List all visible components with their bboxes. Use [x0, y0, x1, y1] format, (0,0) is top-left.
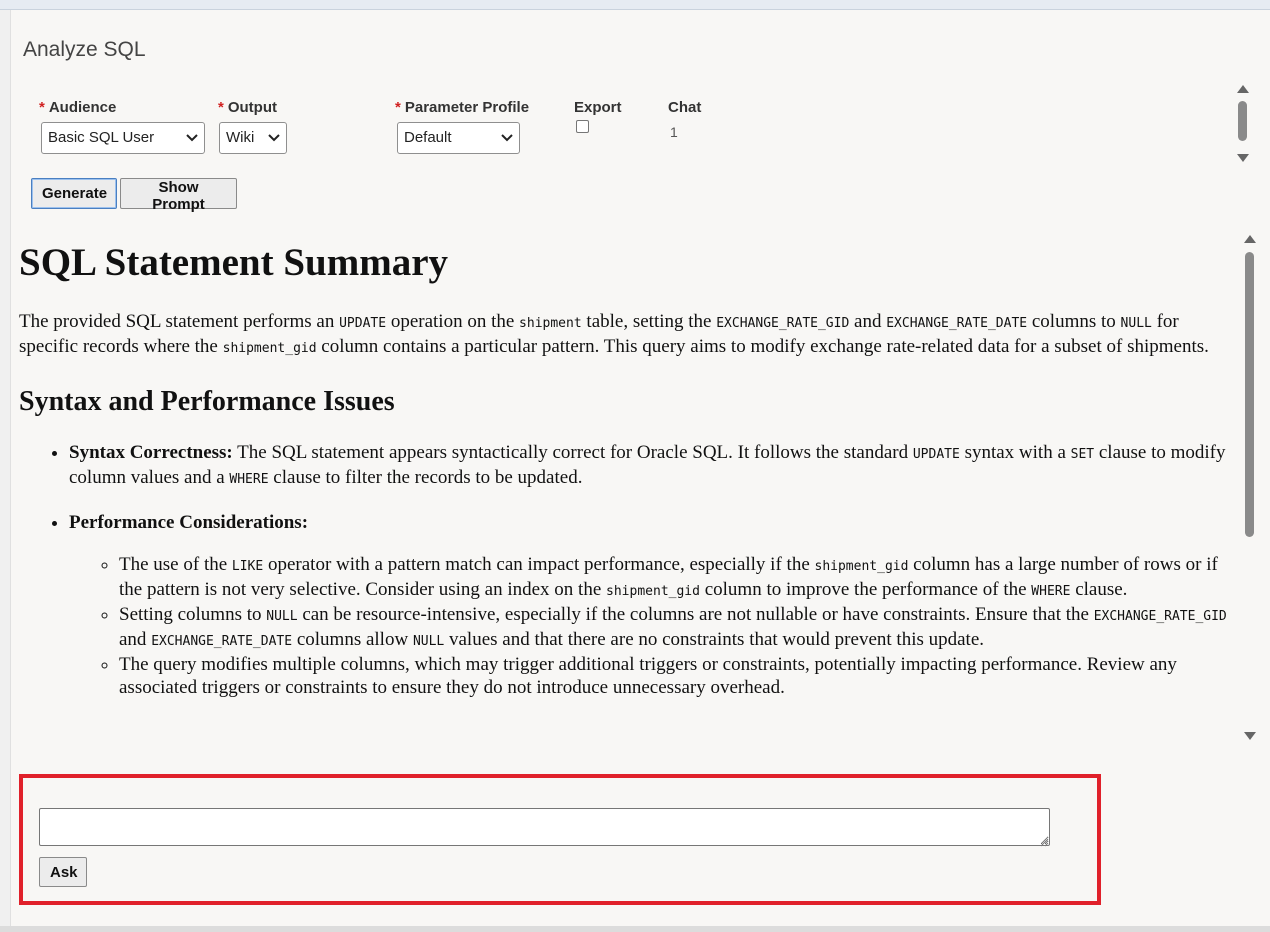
- window-top-bar: [0, 0, 1270, 10]
- bottom-strip: [0, 926, 1270, 932]
- resize-grip-icon[interactable]: [1040, 838, 1049, 847]
- performance-list: The use of the LIKE operator with a patt…: [69, 553, 1239, 699]
- output-value: Wiki: [226, 129, 255, 146]
- report-content: SQL Statement Summary The provided SQL s…: [19, 233, 1239, 753]
- inline-code: UPDATE: [339, 316, 387, 331]
- inline-code: EXCHANGE_RATE_DATE: [151, 634, 293, 649]
- audience-value: Basic SQL User: [48, 129, 155, 146]
- inline-code: LIKE: [231, 559, 264, 574]
- inline-code: NULL: [1120, 316, 1152, 331]
- section-heading: Syntax and Performance Issues: [19, 386, 395, 417]
- inline-code: EXCHANGE_RATE_DATE: [886, 316, 1028, 331]
- inline-code: NULL: [266, 609, 298, 624]
- list-item: Setting columns to NULL can be resource-…: [119, 603, 1239, 653]
- list-item: Performance Considerations: The use of t…: [69, 511, 1239, 699]
- syntax-label: Syntax Correctness:: [69, 442, 233, 463]
- inline-code: shipment_gid: [606, 584, 700, 599]
- list-item: The query modifies multiple columns, whi…: [119, 653, 1239, 699]
- export-field: Export: [574, 99, 644, 133]
- inline-code: shipment_gid: [222, 341, 317, 356]
- export-label: Export: [574, 99, 622, 116]
- report-title: SQL Statement Summary: [19, 241, 448, 284]
- export-checkbox[interactable]: [576, 120, 589, 133]
- chevron-down-icon: [186, 134, 198, 142]
- show-prompt-button[interactable]: Show Prompt: [120, 178, 237, 213]
- chevron-down-icon: [268, 134, 280, 142]
- required-mark: *: [39, 99, 45, 116]
- required-mark: *: [218, 99, 224, 116]
- summary-paragraph: The provided SQL statement performs an U…: [19, 311, 1209, 357]
- inline-code: WHERE: [1031, 584, 1071, 599]
- inline-code: shipment: [519, 316, 582, 331]
- scroll-down-arrow-icon[interactable]: [1244, 732, 1256, 740]
- parameter-profile-field: * Parameter Profile Default: [395, 99, 555, 154]
- parameter-profile-label: Parameter Profile: [404, 99, 530, 116]
- inline-code: EXCHANGE_RATE_GID: [1093, 609, 1227, 624]
- parameter-profile-select[interactable]: Default: [397, 122, 520, 154]
- audience-label: Audience: [48, 99, 117, 116]
- chevron-down-icon: [501, 134, 513, 142]
- chat-field: Chat 1: [668, 99, 728, 140]
- panel-title: Analyze SQL: [23, 38, 146, 61]
- output-label: Output: [227, 99, 277, 116]
- inline-code: EXCHANGE_RATE_GID: [716, 316, 850, 331]
- inline-code: shipment_gid: [814, 559, 909, 574]
- scrollbar-thumb[interactable]: [1238, 101, 1247, 141]
- output-select[interactable]: Wiki: [219, 122, 287, 154]
- ask-button[interactable]: Ask: [39, 857, 87, 887]
- inline-code: SET: [1070, 447, 1095, 462]
- performance-label: Performance Considerations:: [69, 512, 309, 533]
- inline-code: WHERE: [229, 472, 269, 487]
- inline-code: UPDATE: [912, 447, 960, 462]
- scrollbar-thumb[interactable]: [1245, 252, 1254, 537]
- chat-label: Chat: [668, 99, 702, 116]
- output-field: * Output Wiki: [218, 99, 308, 154]
- list-item: Syntax Correctness: The SQL statement ap…: [69, 441, 1239, 491]
- parameter-profile-value: Default: [404, 129, 452, 146]
- inline-code: NULL: [412, 634, 445, 649]
- list-item: The use of the LIKE operator with a patt…: [119, 553, 1239, 603]
- chat-ask-section: Ask: [19, 774, 1101, 905]
- chat-count: 1: [670, 124, 678, 140]
- scroll-down-arrow-icon[interactable]: [1237, 154, 1249, 162]
- audience-field: * Audience Basic SQL User: [39, 99, 209, 154]
- required-mark: *: [395, 99, 401, 116]
- generate-button[interactable]: Generate: [31, 178, 117, 209]
- scroll-up-arrow-icon[interactable]: [1237, 85, 1249, 93]
- scroll-up-arrow-icon[interactable]: [1244, 235, 1256, 243]
- issues-list: Syntax Correctness: The SQL statement ap…: [19, 441, 1239, 699]
- chat-question-input[interactable]: [39, 808, 1050, 846]
- audience-select[interactable]: Basic SQL User: [41, 122, 205, 154]
